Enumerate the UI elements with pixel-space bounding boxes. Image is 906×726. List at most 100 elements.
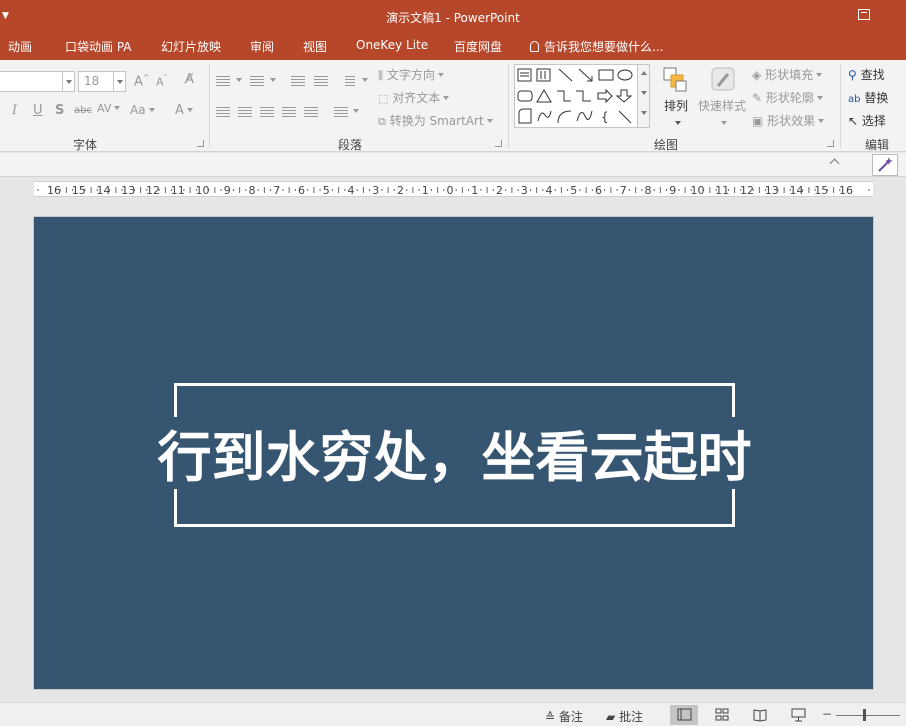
cursor-icon: ↖: [848, 114, 859, 128]
font-dialog-launcher-icon[interactable]: [197, 140, 204, 147]
shape-effects-button[interactable]: ▣ 形状效果: [752, 112, 825, 129]
justify-icon[interactable]: [282, 107, 296, 117]
slide-sorter-view-button[interactable]: [708, 705, 736, 725]
editing-group-label: 编辑: [865, 138, 890, 152]
ruler-label: 8: [645, 184, 652, 197]
status-bar: ≙ 备注 ▰ 批注 −: [0, 702, 906, 726]
font-size-box[interactable]: 18: [78, 71, 126, 92]
ruler-label: 7: [620, 184, 627, 197]
font-name-dropdown-icon[interactable]: [62, 72, 74, 91]
tab-baidu-netdisk[interactable]: 百度网盘: [454, 38, 502, 55]
replace-button[interactable]: ab 替换: [848, 89, 888, 106]
ribbon-tabs: 动画 口袋动画 PA 幻灯片放映 审阅 视图 OneKey Lite 百度网盘 …: [0, 34, 906, 60]
tab-view[interactable]: 视图: [303, 38, 327, 55]
tab-pocket-animation[interactable]: 口袋动画 PA: [65, 38, 132, 55]
tell-me-box[interactable]: 告诉我您想要做什么...: [530, 38, 663, 55]
ruler-label: 6: [298, 184, 305, 197]
change-case-icon[interactable]: Aa: [130, 103, 155, 117]
ruler-label: 3: [372, 184, 379, 197]
arc-shape-icon: [557, 110, 572, 124]
comment-icon: ▰: [606, 710, 616, 724]
line-spacing-icon[interactable]: [345, 76, 355, 86]
shape-outline-button[interactable]: ✎ 形状轮廓: [752, 89, 823, 106]
normal-view-icon: [677, 708, 692, 721]
oval-shape-icon: [617, 69, 633, 81]
notes-button[interactable]: ≙ 备注: [545, 708, 583, 725]
ruler-label: 6: [595, 184, 602, 197]
align-center-icon[interactable]: [238, 107, 252, 117]
shape-fill-button[interactable]: ◈ 形状填充: [752, 66, 823, 83]
comments-button[interactable]: ▰ 批注: [606, 708, 643, 725]
underline-icon[interactable]: U: [33, 103, 43, 118]
tab-animations[interactable]: 动画: [8, 38, 32, 55]
font-color-icon[interactable]: A: [175, 103, 193, 118]
tab-onekey-lite[interactable]: OneKey Lite: [356, 38, 428, 52]
slide-canvas[interactable]: 行到水穷处，坐看云起时: [33, 216, 874, 690]
zoom-slider-track[interactable]: [836, 715, 900, 716]
normal-view-button[interactable]: [670, 705, 698, 725]
decrease-indent-icon[interactable]: [291, 76, 305, 86]
text-direction-button[interactable]: ⫼ 文字方向: [378, 66, 444, 83]
quick-styles-icon: [711, 67, 735, 91]
align-left-icon[interactable]: [216, 107, 230, 117]
paragraph-dialog-launcher-icon[interactable]: [495, 140, 502, 147]
ruler-label: 4: [546, 184, 553, 197]
ruler-label: 3: [521, 184, 528, 197]
tab-slide-show[interactable]: 幻灯片放映: [161, 38, 221, 55]
align-text-button[interactable]: ⬚ 对齐文本: [378, 89, 450, 106]
select-button[interactable]: ↖ 选择: [848, 112, 886, 129]
reading-view-button[interactable]: [746, 705, 774, 725]
align-right-icon[interactable]: [260, 107, 274, 117]
arrange-button[interactable]: 排列: [660, 66, 692, 130]
zoom-out-icon[interactable]: −: [822, 707, 832, 721]
font-group-label: 字体: [73, 138, 98, 152]
character-spacing-icon[interactable]: AV: [97, 102, 121, 115]
text-direction-icon: ⫼: [378, 69, 384, 82]
numbering-icon[interactable]: [250, 76, 264, 86]
magic-wand-icon[interactable]: [872, 154, 898, 176]
drawing-dialog-launcher-icon[interactable]: [827, 140, 834, 147]
ruler-label: 16: [839, 184, 853, 197]
tab-review[interactable]: 审阅: [250, 38, 274, 55]
effects-icon: ▣: [752, 114, 764, 128]
scribble-shape-icon: [537, 110, 552, 122]
window-title: 演示文稿1 - PowerPoint: [386, 11, 520, 25]
font-size-value: 18: [84, 74, 100, 88]
zoom-slider-thumb[interactable]: [863, 709, 866, 721]
grow-font-icon[interactable]: A^: [134, 73, 150, 89]
ruler-label: 10: [196, 184, 210, 197]
smartart-icon: ⧉: [378, 115, 386, 128]
quick-styles-button[interactable]: 快速样式: [697, 66, 747, 130]
italic-icon[interactable]: I: [12, 103, 17, 118]
paragraph-group-label: 段落: [338, 138, 363, 152]
strikethrough-icon[interactable]: abc: [74, 105, 92, 116]
ribbon-footer-bar: [0, 153, 906, 177]
ruler-label: 5: [570, 184, 577, 197]
ruler-label: 14: [790, 184, 804, 197]
ruler-label: 12: [740, 184, 754, 197]
columns-icon[interactable]: [334, 107, 348, 117]
font-size-dropdown-icon[interactable]: [113, 72, 125, 91]
shapes-gallery[interactable]: {: [514, 64, 638, 128]
ruler-label: 11: [715, 184, 729, 197]
slideshow-view-button[interactable]: [784, 705, 812, 725]
text-shadow-icon[interactable]: S: [55, 103, 64, 118]
convert-smartart-button[interactable]: ⧉ 转换为 SmartArt: [378, 112, 493, 129]
ruler-label: 11: [171, 184, 185, 197]
slide-title-text[interactable]: 行到水穷处，坐看云起时: [34, 421, 875, 493]
clear-formatting-icon[interactable]: A̸: [185, 72, 194, 87]
shrink-font-icon[interactable]: Aˇ: [156, 74, 168, 89]
ruler-label: 14: [97, 184, 111, 197]
notes-icon: ≙: [545, 710, 556, 724]
collapse-ribbon-icon[interactable]: [829, 158, 840, 169]
line-shape-icon: [558, 68, 573, 82]
ribbon-display-options-icon[interactable]: [858, 9, 870, 20]
shapes-gallery-scroll[interactable]: [638, 64, 650, 128]
find-button[interactable]: ⚲ 查找: [848, 66, 885, 83]
font-name-box[interactable]: [0, 71, 75, 92]
arrow-shape-icon: [578, 68, 593, 82]
increase-indent-icon[interactable]: [314, 76, 328, 86]
bullets-icon[interactable]: [216, 76, 230, 86]
distributed-icon[interactable]: [304, 107, 318, 117]
ruler-label: 7: [273, 184, 280, 197]
